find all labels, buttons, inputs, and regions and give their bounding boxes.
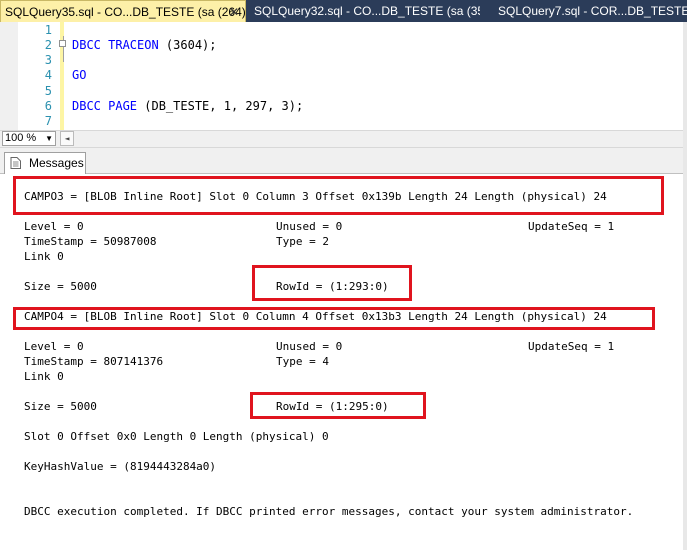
size-text: Size = 5000 [24,400,97,413]
updateseq-text: UpdateSeq = 1 [528,220,615,233]
line-number: 6 [44,99,52,113]
code-line-6: DBCC PAGE (DB_TESTE, 1, 297, 3); [72,99,303,113]
tab-label: Messages [29,156,84,170]
highlight-box-campo3 [13,176,664,215]
highlight-box-rowid-campo4 [250,392,426,419]
timestamp-text: TimeStamp = 50987008 [24,235,157,248]
chevron-down-icon[interactable]: ▼ [45,132,53,145]
results-tab-strip [0,148,687,174]
sql-text: (DB_TESTE, 1, 297, 3); [137,99,304,113]
completion-message: DBCC execution completed. If DBCC printe… [24,505,634,518]
link-text: Link 0 [24,370,64,383]
line-number: 7 [44,114,52,128]
link-text: Link 0 [24,250,64,263]
timestamp-text: TimeStamp = 807141376 [24,355,164,368]
scroll-left-button[interactable]: ◄ [60,131,74,146]
level-text: Level = 0 [24,340,84,353]
updateseq-text: UpdateSeq = 1 [528,340,615,353]
tab-label: SQLQuery32.sql - CO...DB_TESTE (sa (352)… [254,4,480,18]
line-number: 1 [44,23,52,37]
vertical-scrollbar[interactable] [683,22,687,550]
size-text: Size = 5000 [24,280,97,293]
tab-messages[interactable]: Messages [4,152,86,174]
line-number: 5 [44,84,52,98]
collapse-icon[interactable] [59,40,66,47]
tab-sqlquery35[interactable]: SQLQuery35.sql - CO...DB_TESTE (sa (264)… [0,0,246,22]
sql-text: (3604); [158,38,217,52]
sql-keyword: DBCC TRACEON [72,38,159,52]
highlight-box-campo4 [13,307,655,330]
level-text: Level = 0 [24,220,84,233]
type-text: Type = 2 [276,235,329,248]
keyhash-text: KeyHashValue = (8194443284a0) [24,460,217,473]
line-number: 3 [44,53,52,67]
unused-text: Unused = 0 [276,220,343,233]
line-number: 4 [44,68,52,82]
line-number: 2 [44,38,52,52]
tab-sqlquery32[interactable]: SQLQuery32.sql - CO...DB_TESTE (sa (352)… [250,0,480,22]
editor-status-bar [0,130,687,148]
highlight-box-rowid-campo3 [252,265,412,301]
code-line-4: GO [72,68,86,82]
document-icon [10,157,21,169]
tab-sqlquery7[interactable]: SQLQuery7.sql - COR...DB_TESTE (sa [494,0,687,22]
unused-text: Unused = 0 [276,340,343,353]
zoom-select[interactable]: 100 % ▼ [2,131,56,146]
close-icon[interactable]: ✕ [229,1,239,22]
slot-offset-text: Slot 0 Offset 0x0 Length 0 Length (physi… [24,430,329,443]
code-line-2: DBCC TRACEON (3604); [72,38,217,52]
tab-label: SQLQuery7.sql - COR...DB_TESTE (sa [498,4,687,18]
sql-keyword: DBCC PAGE [72,99,138,113]
tab-label: SQLQuery35.sql - CO...DB_TESTE (sa (264)… [5,5,246,19]
type-text: Type = 4 [276,355,329,368]
zoom-value: 100 % [5,132,37,144]
sql-keyword: GO [72,68,87,82]
